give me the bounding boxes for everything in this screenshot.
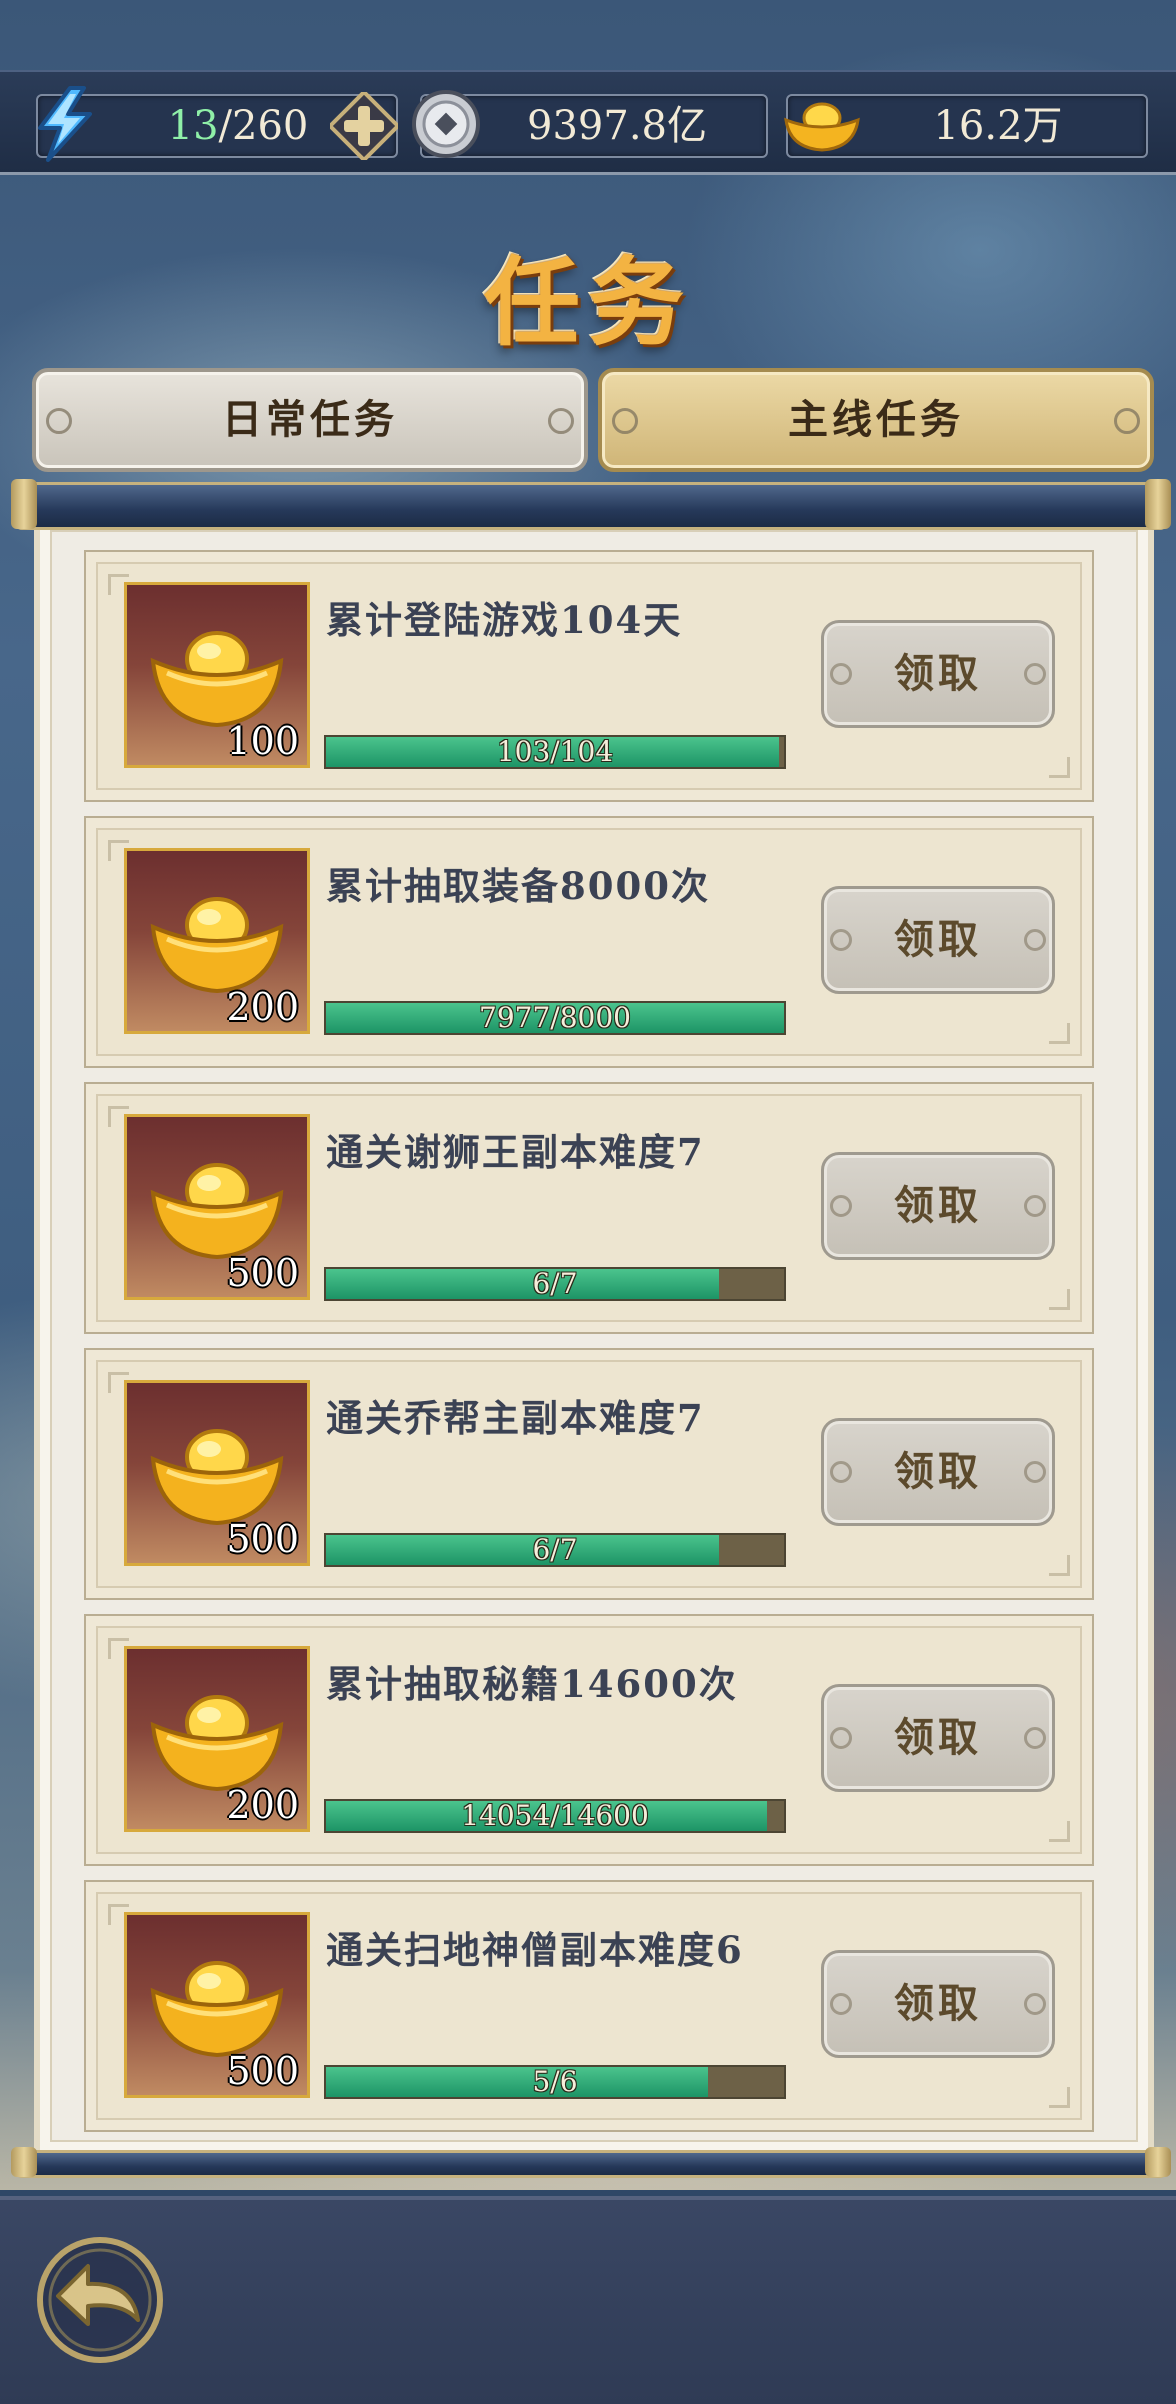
reward-item[interactable]: 500 (124, 1114, 310, 1300)
claim-button[interactable]: 领取 (821, 1418, 1055, 1526)
task-card: 200 累计抽取秘籍14600次 14054/14600 领取 (84, 1614, 1094, 1866)
tab-ornament-icon (612, 408, 638, 434)
reward-amount: 200 (226, 1783, 299, 1827)
lightning-icon (30, 86, 100, 166)
progress-bar: 5/6 (324, 2065, 786, 2099)
task-name: 累计抽取秘籍14600次 (326, 1662, 738, 1706)
back-arrow-icon (37, 2237, 163, 2363)
progress-text: 5/6 (532, 2065, 578, 2098)
task-card: 100 累计登陆游戏104天 103/104 领取 (84, 550, 1094, 802)
scroll-top-rod (11, 479, 1171, 530)
reward-item[interactable]: 500 (124, 1912, 310, 2098)
add-energy-button[interactable] (327, 89, 401, 164)
task-name: 累计登陆游戏104天 (326, 598, 683, 642)
claim-button[interactable]: 领取 (821, 1684, 1055, 1792)
task-name: 通关扫地神僧副本难度6 (326, 1928, 744, 1972)
task-name: 通关乔帮主副本难度7 (326, 1396, 705, 1440)
tab-ornament-icon (46, 408, 72, 434)
reward-item[interactable]: 100 (124, 582, 310, 768)
button-ornament-icon (1024, 1993, 1046, 2015)
claim-label: 领取 (894, 1448, 982, 1495)
reward-amount: 500 (226, 2049, 299, 2093)
progress-bar: 14054/14600 (324, 1799, 786, 1833)
button-ornament-icon (830, 929, 852, 951)
reward-amount: 500 (226, 1251, 299, 1295)
button-ornament-icon (1024, 1461, 1046, 1483)
tab-daily-tasks[interactable]: 日常任务 (32, 368, 588, 472)
button-ornament-icon (830, 1195, 852, 1217)
resource-bar: 13/260 9397.8亿 16.2万 (0, 70, 1176, 175)
progress-bar: 6/7 (324, 1533, 786, 1567)
progress-bar: 7977/8000 (324, 1001, 786, 1035)
progress-text: 14054/14600 (461, 1799, 649, 1832)
button-ornament-icon (1024, 1727, 1046, 1749)
task-card: 500 通关谢狮王副本难度7 6/7 领取 (84, 1082, 1094, 1334)
reward-item[interactable]: 200 (124, 848, 310, 1034)
tab-ornament-icon (548, 408, 574, 434)
reward-amount: 200 (226, 985, 299, 1029)
energy-max: /260 (218, 103, 309, 149)
tab-ornament-icon (1114, 408, 1140, 434)
task-name: 通关谢狮王副本难度7 (326, 1130, 705, 1174)
gold-amount: 16.2万 (933, 103, 1063, 149)
tab-main-tasks[interactable]: 主线任务 (598, 368, 1154, 472)
claim-label: 领取 (894, 1980, 982, 2027)
claim-button[interactable]: 领取 (821, 1152, 1055, 1260)
reward-amount: 500 (226, 1517, 299, 1561)
task-card: 500 通关扫地神僧副本难度6 5/6 领取 (84, 1880, 1094, 2132)
button-ornament-icon (830, 1727, 852, 1749)
reward-item[interactable]: 200 (124, 1646, 310, 1832)
energy-current: 13 (167, 103, 219, 149)
progress-text: 7977/8000 (479, 1001, 631, 1034)
claim-button[interactable]: 领取 (821, 620, 1055, 728)
button-ornament-icon (830, 1993, 852, 2015)
tab-label: 日常任务 (222, 396, 398, 443)
page-title: 任务 (484, 246, 692, 359)
reward-item[interactable]: 500 (124, 1380, 310, 1566)
task-card: 500 通关乔帮主副本难度7 6/7 领取 (84, 1348, 1094, 1600)
progress-text: 103/104 (496, 735, 614, 768)
claim-label: 领取 (894, 650, 982, 697)
button-ornament-icon (1024, 1195, 1046, 1217)
button-ornament-icon (1024, 663, 1046, 685)
scroll-bottom-rod (11, 2147, 1171, 2178)
reward-amount: 100 (226, 719, 299, 763)
gold-ingot-icon (782, 98, 862, 158)
back-button[interactable] (36, 2236, 164, 2364)
progress-text: 6/7 (532, 1533, 578, 1566)
claim-label: 领取 (894, 1714, 982, 1761)
button-ornament-icon (830, 1461, 852, 1483)
progress-bar: 6/7 (324, 1267, 786, 1301)
silver-amount: 9397.8亿 (527, 103, 707, 149)
claim-button[interactable]: 领取 (821, 1950, 1055, 2058)
claim-label: 领取 (894, 1182, 982, 1229)
plus-icon (327, 89, 401, 163)
progress-text: 6/7 (532, 1267, 578, 1300)
task-name: 累计抽取装备8000次 (326, 864, 710, 908)
button-ornament-icon (1024, 929, 1046, 951)
tab-label: 主线任务 (788, 396, 964, 443)
claim-label: 领取 (894, 916, 982, 963)
button-ornament-icon (830, 663, 852, 685)
task-card: 200 累计抽取装备8000次 7977/8000 领取 (84, 816, 1094, 1068)
progress-bar: 103/104 (324, 735, 786, 769)
claim-button[interactable]: 领取 (821, 886, 1055, 994)
bottom-bar (0, 2196, 1176, 2404)
coin-icon (410, 88, 482, 164)
